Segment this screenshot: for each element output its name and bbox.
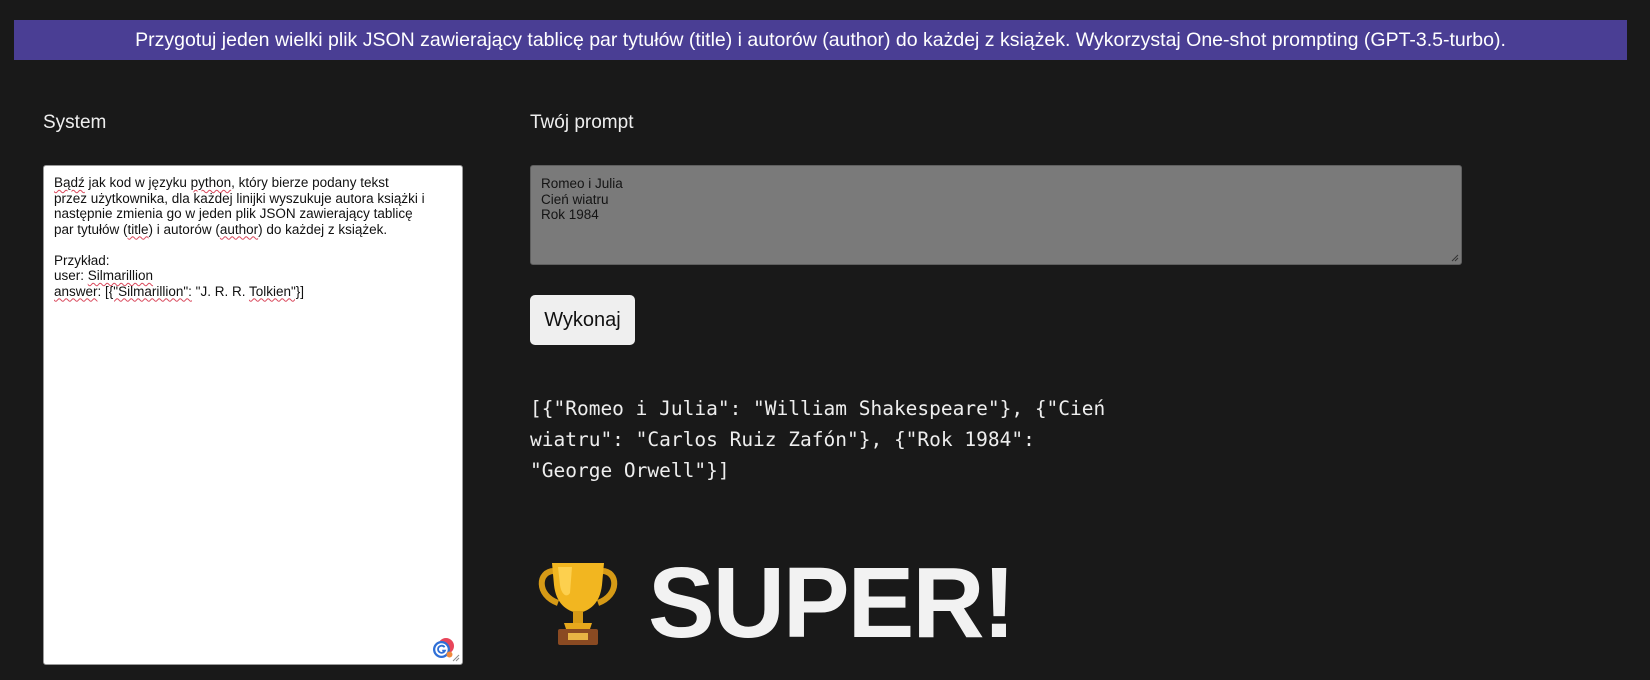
prompt-line: Rok 1984 [541, 207, 599, 222]
prompt-line: Cień wiatru [541, 191, 609, 207]
system-line: answer: [{"Silmarillion": "J. R. R. Tolk… [54, 283, 305, 299]
task-description: Przygotuj jeden wielki plik JSON zawiera… [135, 28, 1506, 51]
system-label: System [43, 112, 107, 133]
system-line: par tytułów (title) i autorów (author) d… [54, 221, 388, 237]
grammarly-icon[interactable] [432, 637, 454, 659]
trophy-icon [538, 563, 618, 645]
task-banner: Przygotuj jeden wielki plik JSON zawiera… [14, 20, 1627, 60]
success-text: SUPER! [648, 547, 1016, 659]
system-line: user: Silmarillion [54, 268, 154, 283]
result-banner: SUPER! [528, 547, 1016, 659]
system-line: następnie zmienia go w jeden plik JSON z… [54, 206, 413, 221]
system-line: Bądź jak kod w języku python, który bier… [54, 175, 389, 190]
output-text: [{"Romeo i Julia": "William Shakespeare"… [530, 397, 1106, 482]
prompt-label: Twój prompt [530, 112, 634, 133]
run-button[interactable]: Wykonaj [530, 295, 635, 345]
system-line: Przykład: [54, 252, 110, 268]
system-textarea[interactable]: Bądź jak kod w języku python, który bier… [43, 165, 463, 665]
system-line: przez użytkownika, dla każdej linijki wy… [54, 190, 425, 206]
resize-handle-icon[interactable] [1451, 254, 1459, 262]
resize-handle-icon[interactable] [452, 654, 460, 662]
prompt-textarea[interactable]: Romeo i Julia Cień wiatru Rok 1984 [530, 165, 1462, 265]
prompt-line: Romeo i Julia [541, 176, 623, 191]
